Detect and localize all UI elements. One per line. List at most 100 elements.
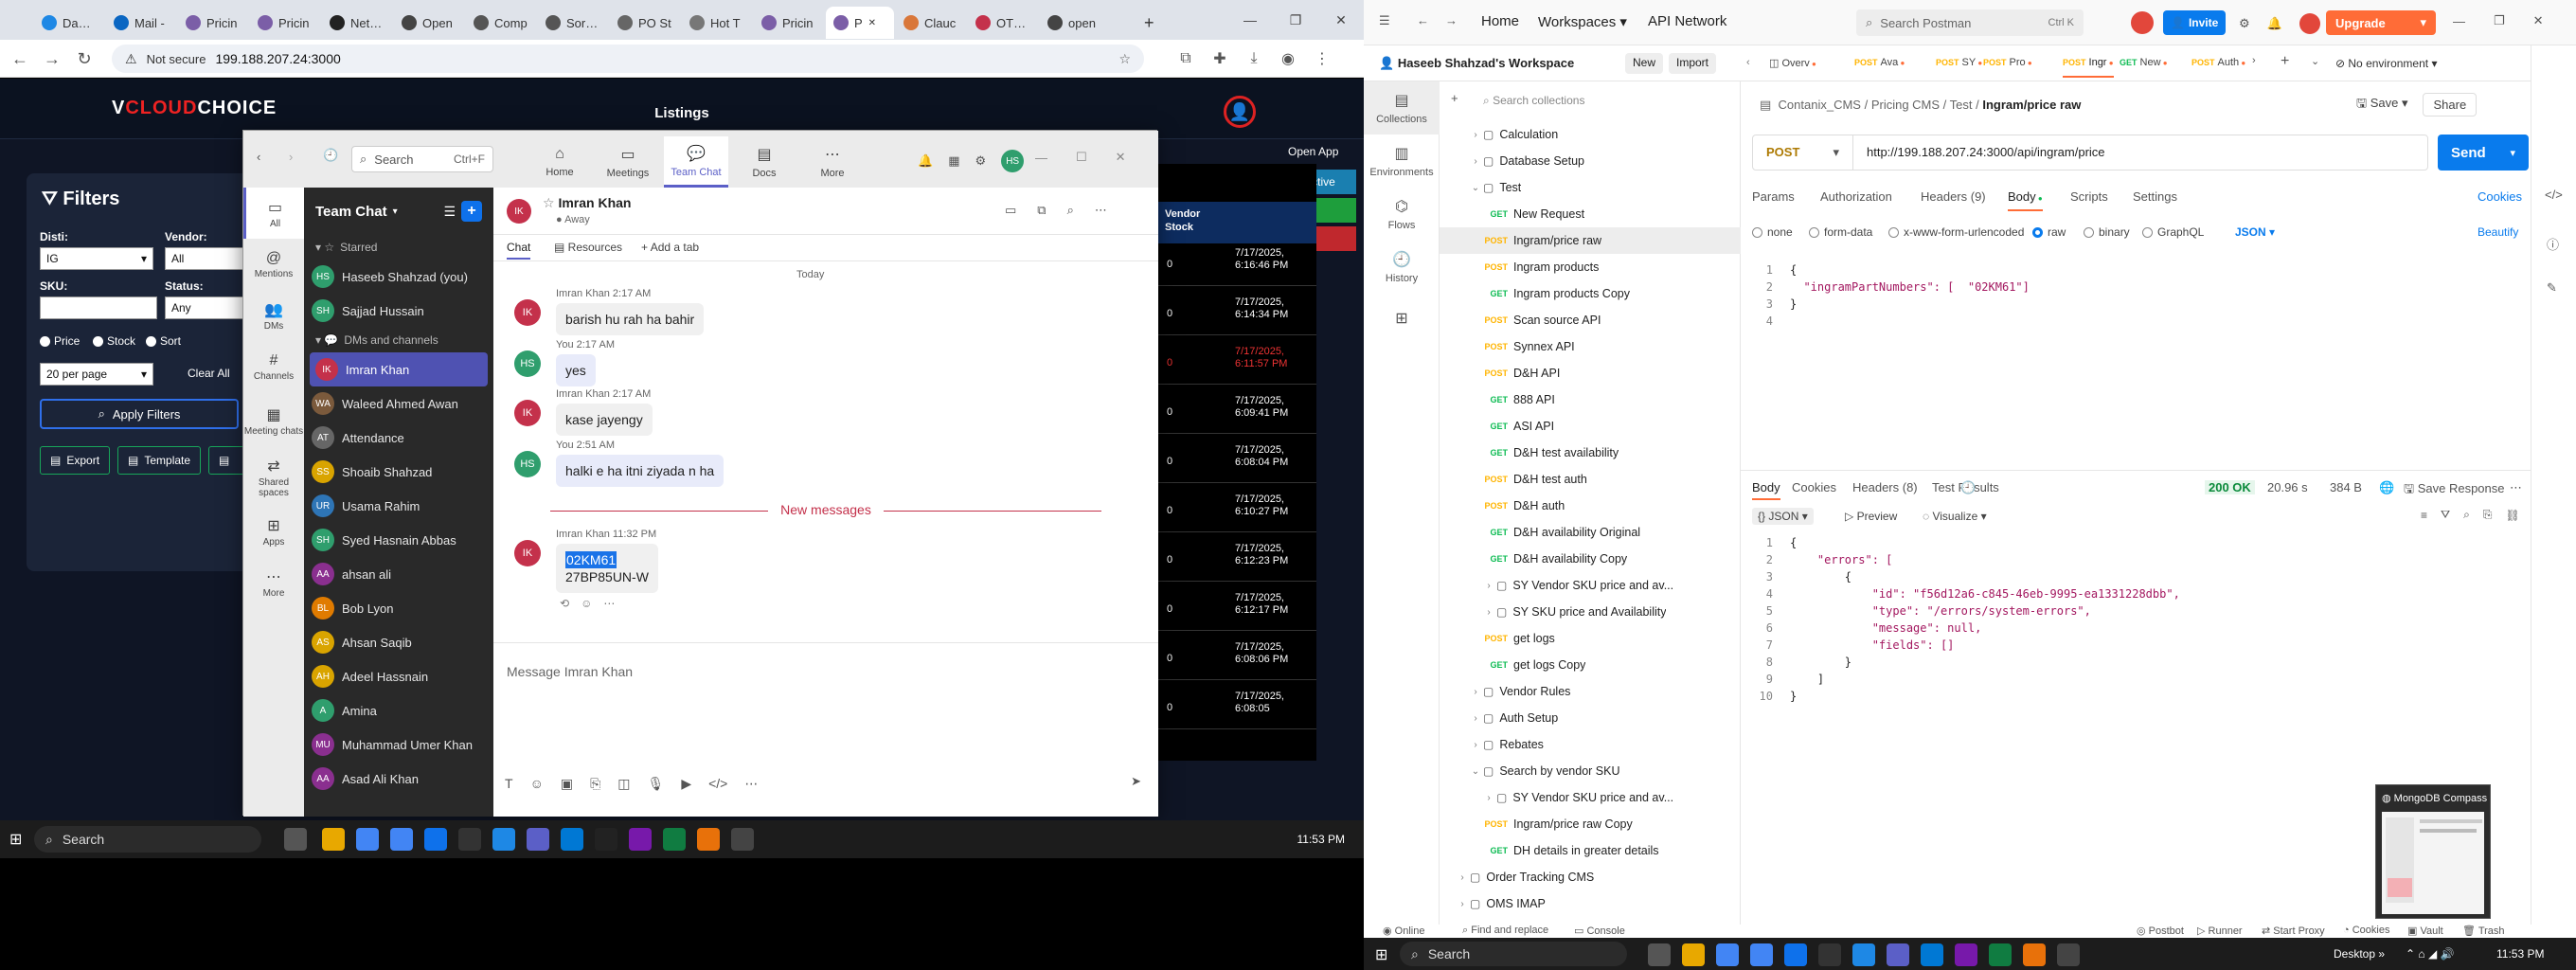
collections-search-input[interactable]: ⌕ Search collections (1476, 89, 1731, 114)
tab-resources[interactable]: ▤ Resources (554, 241, 622, 254)
preview-button[interactable]: ▷ Preview (1845, 510, 1897, 523)
browser-tab[interactable]: Hot T (682, 7, 752, 39)
back-arrow-icon[interactable]: ← (1417, 13, 1429, 27)
back-arrow-icon[interactable]: ‹ (257, 150, 260, 164)
console[interactable]: ▭ Console (1574, 925, 1625, 937)
rail-flows[interactable]: ⌬ Flows (1364, 188, 1440, 241)
app-icon[interactable] (1852, 943, 1875, 966)
rail-collections[interactable]: ▤ Collections (1364, 81, 1440, 135)
more-options-icon[interactable]: ⋯ (1095, 203, 1107, 218)
wrap-icon[interactable]: ≡ (2421, 509, 2427, 522)
more-icon[interactable]: ⋯ (744, 776, 758, 792)
radio-sort[interactable]: Sort (146, 334, 181, 348)
request-tab[interactable]: POST Pro ● (1983, 57, 2032, 68)
forward-arrow-icon[interactable]: → (1445, 13, 1458, 27)
minimize-button[interactable]: — (1227, 0, 1273, 40)
postbot[interactable]: ◎ Postbot (2137, 925, 2184, 937)
link-icon[interactable]: ⛓ (2505, 509, 2519, 522)
clear-all-button[interactable]: Clear All (188, 367, 230, 380)
new-chat-button[interactable]: + (461, 201, 482, 222)
browser-tab[interactable]: Open (394, 7, 464, 39)
team-chat-heading[interactable]: Team Chat ▾ ☰ + (304, 188, 493, 235)
response-tab[interactable]: Cookies (1792, 480, 1836, 494)
chat-list-item[interactable]: AS Ahsan Saqib (304, 625, 493, 659)
tree-folder[interactable]: › ▢ SY SKU price and Availability (1440, 599, 1741, 625)
param-tab[interactable]: Headers (9) (1921, 189, 1986, 204)
send-button[interactable]: Send ▾ (2438, 135, 2529, 171)
app-icon[interactable] (1818, 943, 1841, 966)
taskbar-search[interactable]: ⌕ Search (1400, 942, 1627, 966)
tree-request[interactable]: GET 888 API (1440, 386, 1741, 413)
sku-input[interactable] (40, 296, 157, 319)
tree-folder[interactable]: › ▢ Order Tracking CMS (1440, 864, 1741, 890)
extension-icon[interactable]: ⧉ (1171, 44, 1201, 74)
settings-icon[interactable] (2057, 943, 2080, 966)
maximize-button[interactable]: ☐ (1076, 150, 1087, 165)
vscode-icon[interactable] (561, 828, 583, 851)
import-button[interactable]: Import (1669, 53, 1717, 74)
nav-docs[interactable]: ▤ Docs (732, 136, 796, 188)
cookies-link[interactable]: Cookies (2478, 189, 2522, 204)
status-code[interactable]: 200 OK (2205, 480, 2255, 494)
tree-folder[interactable]: › ▢ Calculation (1440, 121, 1741, 148)
teams-icon[interactable] (1887, 943, 1909, 966)
body-option-radio[interactable]: form-data (1809, 225, 1872, 239)
start-proxy[interactable]: ⇄ Start Proxy (2262, 925, 2325, 937)
menu-dots-icon[interactable]: ⋮ (1307, 44, 1337, 74)
profile-icon[interactable]: ◉ (1273, 44, 1303, 74)
response-tab[interactable]: Headers (8) (1852, 480, 1918, 494)
body-option-radio[interactable]: x-www-form-urlencoded (1888, 225, 2024, 239)
attach-icon[interactable]: ⎘ (590, 776, 600, 792)
filter-icon[interactable]: ⛛ (2441, 508, 2450, 522)
chat-list-item[interactable]: MU Muhammad Umer Khan (304, 728, 493, 762)
disti-select[interactable]: IG ▾ (40, 247, 153, 270)
user-avatar-icon[interactable]: 👤 (1224, 96, 1256, 128)
close-button[interactable]: ✕ (1116, 150, 1126, 165)
browser-tab[interactable]: PO St (610, 7, 680, 39)
copy-icon[interactable]: ⎘ (2483, 508, 2493, 522)
chat-list-item[interactable]: HS Haseeb Shahzad (you) (304, 260, 493, 294)
tab-chat[interactable]: Chat (507, 241, 531, 260)
nav-more[interactable]: ⋯ More (800, 136, 865, 188)
dms-section[interactable]: ▾ 💬 DMs and channels (304, 328, 493, 352)
runner[interactable]: ▷ Runner (2197, 925, 2243, 937)
bell-icon[interactable]: 🔔 (918, 153, 933, 169)
rail-more[interactable]: ⋯ More (243, 557, 304, 608)
tree-request[interactable]: POST D&H auth (1440, 493, 1741, 519)
request-tab[interactable]: POST Auth ● (2191, 57, 2245, 68)
tree-request[interactable]: POST D&H API (1440, 360, 1741, 386)
find-replace[interactable]: ⌕ Find and replace (1462, 925, 1548, 937)
table-row[interactable]: 0 7/17/2025, 6:11:57 PM (1157, 342, 1316, 385)
reply-icon[interactable]: ⟲ (560, 597, 569, 610)
apply-filters-button[interactable]: ⌕ Apply Filters (40, 399, 239, 429)
browser-tab[interactable]: Pricin (250, 7, 320, 39)
windows-start-icon[interactable]: ⊞ (1375, 945, 1387, 964)
param-tab[interactable]: Scripts (2070, 189, 2108, 204)
chat-list-item[interactable]: AA ahsan ali (304, 557, 493, 591)
rail-meeting-chats[interactable]: ▦ Meeting chats (243, 392, 304, 449)
tree-folder[interactable]: › ▢ Vendor Rules (1440, 678, 1741, 705)
request-body-editor[interactable]: 1 {2 "ingramPartNumbers": [ "02KM61"] 3} 4 (1752, 261, 2510, 451)
tree-request[interactable]: POST get logs (1440, 625, 1741, 652)
nav-team-chat[interactable]: 💬 Team Chat (664, 136, 728, 188)
desktop-toolbar[interactable]: Desktop » (2334, 947, 2385, 961)
more-export-button[interactable]: ▤ (208, 446, 246, 475)
search-icon[interactable]: ⌕ (1067, 203, 1074, 218)
nav-home[interactable]: Home (1481, 13, 1519, 29)
task-view-icon[interactable] (284, 828, 307, 851)
code-icon[interactable]: </> (708, 776, 727, 792)
tree-request[interactable]: GET D&H availability Copy (1440, 546, 1741, 572)
status-select[interactable]: Any (165, 296, 250, 319)
chat-list-item[interactable]: BL Bob Lyon (304, 591, 493, 625)
bell-icon[interactable]: 🔔 (2267, 16, 2282, 31)
chat-list-item[interactable]: UR Usama Rahim (304, 489, 493, 523)
rail-all[interactable]: ▭ All (243, 188, 304, 239)
body-option-radio[interactable]: binary (2084, 225, 2130, 239)
body-option-radio[interactable]: raw (2032, 225, 2066, 239)
emoji-icon[interactable]: ☺ (530, 776, 544, 792)
back-arrow-icon[interactable]: ← (4, 43, 36, 75)
request-tab[interactable]: ◫ Overv ● (1769, 57, 1816, 69)
save-button[interactable]: 🖫 Save ▾ (2356, 95, 2407, 116)
chat-list-item[interactable]: SH Syed Hasnain Abbas (304, 523, 493, 557)
postman-icon[interactable] (697, 828, 720, 851)
